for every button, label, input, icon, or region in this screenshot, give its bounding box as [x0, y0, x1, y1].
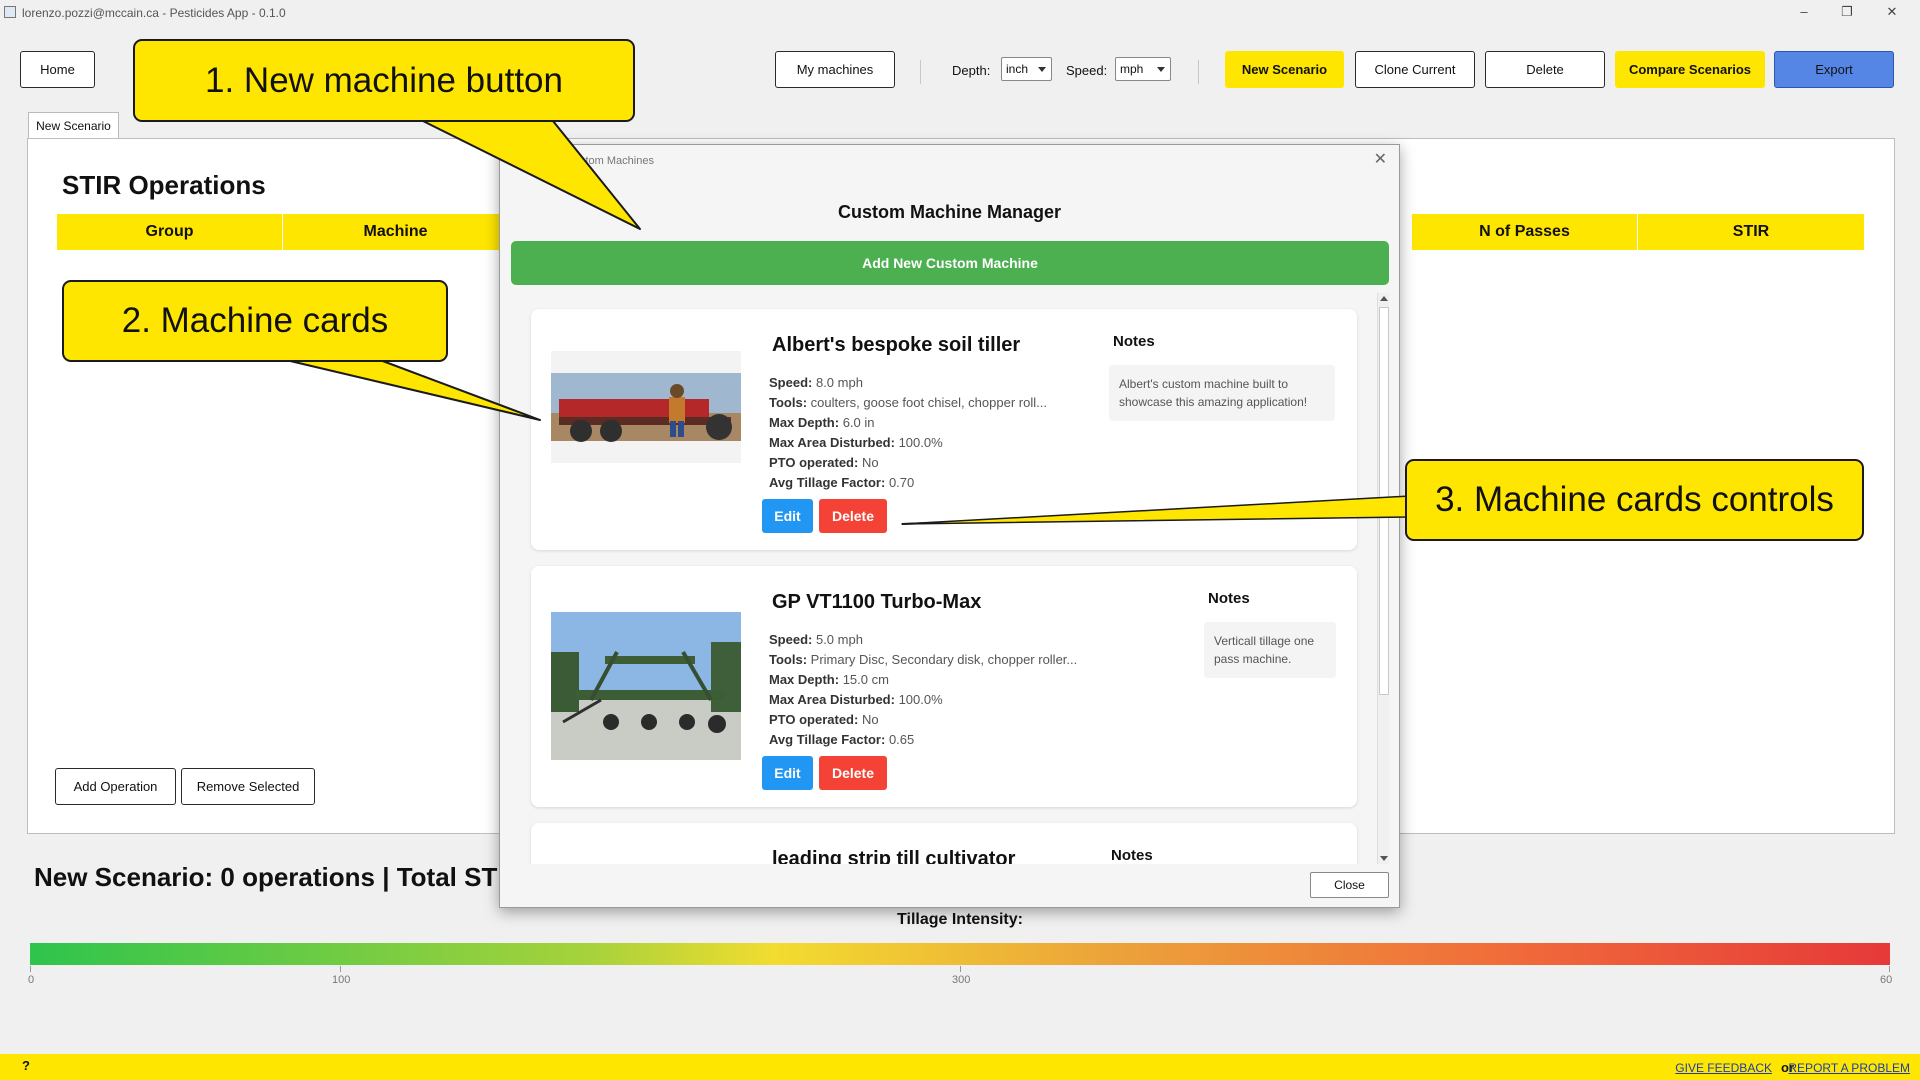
callout-pointer-3-fill: [901, 495, 1411, 525]
callout-pointer-2: [285, 359, 541, 421]
callout-pointer-1: [422, 120, 641, 230]
callout-new-machine-button: 1. New machine button: [133, 39, 635, 122]
callout-machine-cards-controls: 3. Machine cards controls: [1405, 459, 1864, 541]
callout-machine-cards: 2. Machine cards: [62, 280, 448, 362]
